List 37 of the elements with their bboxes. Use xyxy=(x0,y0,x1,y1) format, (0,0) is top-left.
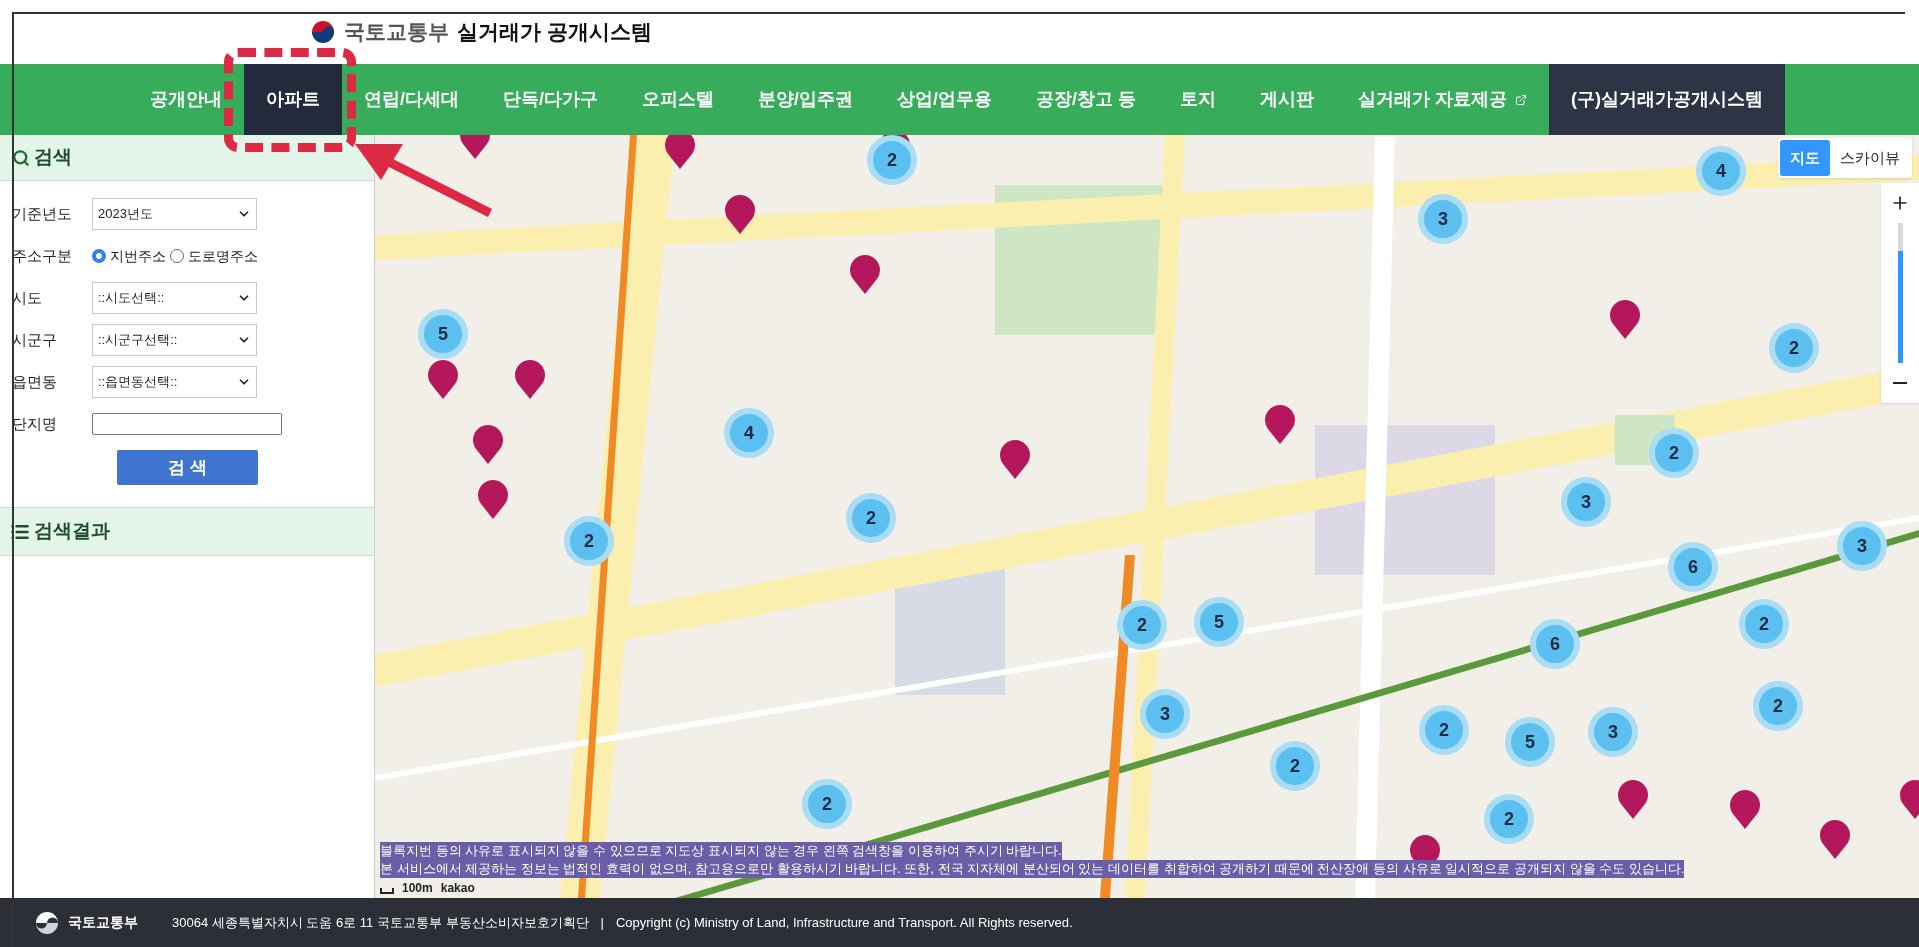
field-label: 기준년도 xyxy=(12,203,73,224)
emblem-icon xyxy=(310,19,336,45)
panel-title: 검색 xyxy=(34,145,72,170)
nav-tab[interactable]: 아파트 xyxy=(244,64,342,135)
radio-label: 지번주소 xyxy=(110,246,166,266)
select-field[interactable]: ::읍면동선택:: xyxy=(92,366,257,398)
field-label: 읍면동 xyxy=(12,371,58,392)
footer-separator: | xyxy=(599,913,605,932)
search-button[interactable]: 검 색 xyxy=(117,450,258,485)
site-title: 실거래가 공개시스템 xyxy=(457,19,652,46)
select-field[interactable]: ::시군구선택:: xyxy=(92,324,257,356)
search-icon xyxy=(12,148,30,167)
radio-button[interactable] xyxy=(92,249,106,263)
emblem-icon xyxy=(34,909,60,936)
select-field[interactable]: ::시도선택:: xyxy=(92,282,257,314)
minus-icon xyxy=(1893,382,1907,384)
field-label: 시도 xyxy=(12,287,43,308)
notice-text: 블록지번 등의 사유로 표시되지 않을 수 있으므로 지도상 표시되지 않는 경우 왼쪽 검색창을 이용하여 주시기 바랍니다. xyxy=(380,842,1062,860)
radio-label: 도로명주소 xyxy=(188,246,258,266)
panel-title: 검색결과 xyxy=(34,519,110,544)
nav-tab[interactable]: (구)실거래가공개시스템 xyxy=(1549,64,1786,135)
copyright-text: Copyright (c) Ministry of Land, Infrastructure and Transport. All Rights reserved. xyxy=(615,913,1073,932)
map-type-tab[interactable]: 스카이뷰 xyxy=(1830,140,1910,176)
notice-text: 본 서비스에서 제공하는 정보는 법적인 효력이 없으며, 참고용으로만 활용하시기 바랍니다. 또한, 전국 지자체에 분산되어 있는 데이터를 취합하여 공개하기 때문에 전산장애 등의 사유로 일시적으로 공개되지 않을 수도 있습니다. xyxy=(380,860,1685,878)
ministry-name: 국토교통부 xyxy=(344,19,449,46)
map-provider-logo: kakao xyxy=(440,882,475,894)
field-label: 주소구분 xyxy=(12,245,73,266)
scale-distance: 100m xyxy=(402,882,433,894)
footer-address: 30064 세종특별자치시 도움 6로 11 국토교통부 부동산소비자보호기획단 xyxy=(172,913,589,932)
input-field[interactable] xyxy=(92,413,282,435)
external-link-icon xyxy=(1515,93,1528,106)
scale-bar xyxy=(380,888,394,894)
field-label: 시군구 xyxy=(12,329,58,350)
footer-ministry: 국토교통부 xyxy=(68,913,139,932)
zoom-fill[interactable] xyxy=(1897,251,1903,363)
select-field[interactable]: 2023년도 xyxy=(92,198,257,230)
field-label: 단지명 xyxy=(12,413,58,434)
